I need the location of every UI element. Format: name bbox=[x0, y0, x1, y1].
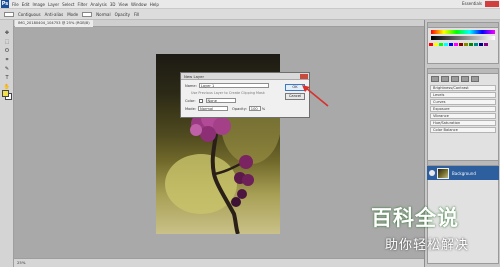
menu-view[interactable]: View bbox=[119, 2, 129, 7]
adjustment-preset[interactable]: Exposure bbox=[430, 106, 496, 112]
exposure-icon[interactable] bbox=[461, 76, 469, 82]
annotation-arrow-ok bbox=[302, 85, 329, 107]
color-panel-header bbox=[428, 23, 498, 28]
clipping-mask-hint: Use Previous Layer to Create Clipping Ma… bbox=[191, 90, 265, 95]
levels-icon[interactable] bbox=[441, 76, 449, 82]
menu-layer[interactable]: Layer bbox=[48, 2, 59, 7]
toolbox: ✥ ⬚ ʘ ⌗ ✎ T ✋ bbox=[0, 20, 14, 267]
color-swatch-icon bbox=[198, 98, 203, 103]
document-tab[interactable]: IMG_20180404_104753 @ 25% (RGB/8) bbox=[15, 20, 93, 27]
marquee-tool-icon[interactable]: ⬚ bbox=[2, 37, 12, 46]
curves-icon[interactable] bbox=[451, 76, 459, 82]
move-tool-icon[interactable]: ✥ bbox=[2, 28, 12, 37]
name-label: Name: bbox=[185, 83, 197, 88]
adjustment-preset[interactable]: Levels bbox=[430, 92, 496, 98]
clipping-row: Use Previous Layer to Create Clipping Ma… bbox=[185, 89, 265, 96]
option-mode-value[interactable]: Normal bbox=[96, 12, 110, 17]
adjustment-preset[interactable]: Color Balance bbox=[430, 127, 496, 133]
new-layer-dialog: New Layer Name: Layer 1 Use Previous Lay… bbox=[180, 72, 310, 118]
menu-help[interactable]: Help bbox=[150, 2, 159, 7]
adjustment-preset[interactable]: Vibrance bbox=[430, 113, 496, 119]
name-row: Name: Layer 1 bbox=[185, 82, 269, 89]
tool-preset-picker[interactable] bbox=[4, 11, 14, 17]
layer-thumbnail bbox=[437, 167, 449, 179]
document-tab-bar: IMG_20180404_104753 @ 25% (RGB/8) bbox=[14, 20, 424, 27]
swatch[interactable] bbox=[469, 43, 473, 46]
menu-filter[interactable]: Filter bbox=[77, 2, 87, 7]
foreground-background-colors[interactable] bbox=[2, 90, 12, 100]
menu-analysis[interactable]: Analysis bbox=[90, 2, 106, 7]
layer-name: Background bbox=[452, 170, 476, 176]
brightness-icon[interactable] bbox=[431, 76, 439, 82]
swatch[interactable] bbox=[449, 43, 453, 46]
zoom-level: 25% bbox=[17, 260, 26, 265]
foreground-color-swatch[interactable] bbox=[2, 90, 9, 97]
dialog-title: New Layer bbox=[181, 73, 309, 80]
menu-edit[interactable]: Edit bbox=[22, 2, 30, 7]
opacity-label: Opacity: bbox=[232, 106, 247, 111]
layer-name-input[interactable]: Layer 1 bbox=[198, 83, 269, 88]
adjustment-preset[interactable]: Brightness/Contrast bbox=[430, 85, 496, 91]
color-label: Color: bbox=[185, 98, 196, 103]
photoshop-logo-icon: Ps bbox=[1, 0, 9, 8]
hue-slider[interactable] bbox=[431, 30, 495, 34]
option-fill[interactable]: Fill bbox=[134, 12, 139, 17]
watermark-subtitle: 助你轻松解决 bbox=[385, 238, 470, 253]
swatch[interactable] bbox=[464, 43, 468, 46]
color-select[interactable]: None bbox=[205, 98, 236, 103]
mode-label: Mode: bbox=[185, 106, 197, 111]
option-mode-label: Mode bbox=[67, 11, 79, 17]
adjustment-icons bbox=[428, 74, 498, 84]
swatch[interactable] bbox=[454, 43, 458, 46]
swatch[interactable] bbox=[439, 43, 443, 46]
text-tool-icon[interactable]: T bbox=[2, 73, 12, 82]
brush-tool-icon[interactable]: ✎ bbox=[2, 64, 12, 73]
options-bar: Contiguous Anti-alias Mode Normal Opacit… bbox=[0, 9, 500, 20]
option-contiguous[interactable]: Contiguous bbox=[18, 12, 41, 17]
menu-window[interactable]: Window bbox=[131, 2, 147, 7]
swatch[interactable] bbox=[479, 43, 483, 46]
swatch[interactable] bbox=[459, 43, 463, 46]
menu-3d[interactable]: 3D bbox=[110, 2, 116, 7]
mode-select[interactable]: Normal bbox=[198, 106, 229, 111]
color-panel bbox=[427, 22, 499, 64]
swatch[interactable] bbox=[484, 43, 488, 46]
opacity-input[interactable]: 100 bbox=[248, 106, 261, 111]
swatch[interactable] bbox=[434, 43, 438, 46]
opacity-unit: % bbox=[261, 106, 266, 111]
value-slider[interactable] bbox=[431, 36, 495, 40]
adjustment-preset[interactable]: Curves bbox=[430, 99, 496, 105]
option-anti-alias[interactable]: Anti-alias bbox=[45, 12, 64, 17]
lasso-tool-icon[interactable]: ʘ bbox=[2, 46, 12, 55]
crop-tool-icon[interactable]: ⌗ bbox=[2, 55, 12, 64]
swatch[interactable] bbox=[429, 43, 433, 46]
status-bar: 25% bbox=[14, 258, 424, 267]
watermark-title: 百科全说 bbox=[371, 206, 459, 230]
swatch[interactable] bbox=[474, 43, 478, 46]
mode-row: Mode: Normal Opacity: 100 % bbox=[185, 105, 265, 112]
menu-bar: Ps File Edit Image Layer Select Filter A… bbox=[0, 0, 500, 9]
dialog-close-button[interactable] bbox=[300, 74, 308, 79]
swatches bbox=[428, 42, 498, 48]
menu-select[interactable]: Select bbox=[62, 2, 74, 7]
color-row: Color: None bbox=[185, 97, 236, 104]
vibrance-icon[interactable] bbox=[471, 76, 479, 82]
menu-file[interactable]: File bbox=[12, 2, 19, 7]
option-opacity[interactable]: Opacity bbox=[115, 12, 130, 17]
layer-row-background[interactable]: Background bbox=[427, 166, 499, 180]
adjustment-preset[interactable]: Hue/Saturation bbox=[430, 120, 496, 126]
visibility-eye-icon[interactable] bbox=[429, 170, 435, 176]
watermark: 百科全说 助你轻松解决 bbox=[367, 200, 497, 262]
option-mode-select[interactable] bbox=[82, 11, 93, 17]
adjustments-panel: Brightness/Contrast Levels Curves Exposu… bbox=[427, 68, 499, 163]
menu-image[interactable]: Image bbox=[32, 2, 45, 7]
swatch[interactable] bbox=[444, 43, 448, 46]
workspace-switcher[interactable]: Essentials bbox=[462, 1, 482, 6]
window-close-button[interactable] bbox=[485, 1, 499, 7]
